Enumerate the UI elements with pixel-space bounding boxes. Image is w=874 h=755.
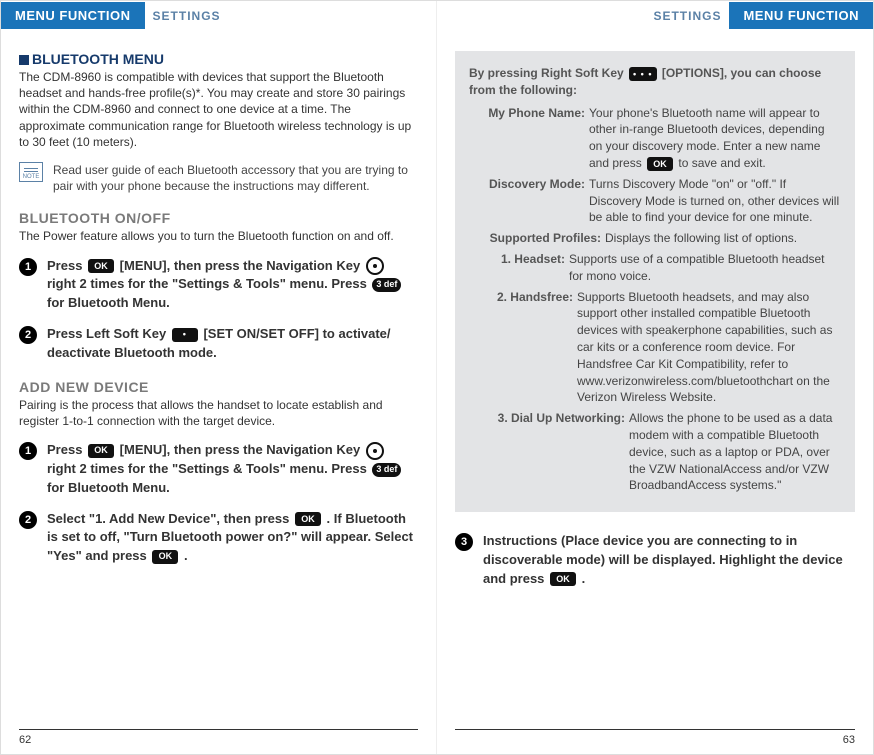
tab-menu-function: MENU FUNCTION — [729, 2, 873, 29]
row-my-phone-name: My Phone Name: Your phone's Bluetooth na… — [469, 105, 841, 172]
value: Allows the phone to be used as a data mo… — [629, 410, 841, 494]
value: Your phone's Bluetooth name will appear … — [589, 105, 841, 172]
page-number: 63 — [455, 729, 855, 746]
header-tabs-left: MENU FUNCTION SETTINGS — [1, 1, 418, 29]
square-bullet-icon — [19, 55, 29, 65]
tab-settings: SETTINGS — [645, 3, 729, 29]
label: 2. Handsfree: — [469, 289, 577, 407]
step-number-icon: 3 — [455, 533, 473, 551]
label: Discovery Mode: — [469, 176, 589, 226]
row-dial-up-networking: 3. Dial Up Networking: Allows the phone … — [469, 410, 841, 494]
add-desc: Pairing is the process that allows the h… — [19, 397, 418, 429]
section-title-bluetooth-menu: BLUETOOTH MENU — [19, 51, 418, 67]
page-62: MENU FUNCTION SETTINGS BLUETOOTH MENU Th… — [1, 1, 437, 754]
row-supported-profiles: Supported Profiles: Displays the followi… — [469, 230, 841, 247]
step-body: Instructions (Place device you are conne… — [483, 532, 855, 589]
add-step-1: 1 Press OK [MENU], then press the Naviga… — [19, 441, 418, 498]
row-headset: 1. Headset: Supports use of a compatible… — [469, 251, 841, 285]
softkey-dot-icon: • — [172, 328, 198, 342]
value: Supports use of a compatible Bluetooth h… — [569, 251, 841, 285]
onoff-step-2: 2 Press Left Soft Key • [SET ON/SET OFF]… — [19, 325, 418, 363]
label: My Phone Name: — [469, 105, 589, 172]
page-spread: MENU FUNCTION SETTINGS BLUETOOTH MENU Th… — [0, 0, 874, 755]
note-icon: NOTE — [19, 162, 43, 182]
page-number: 62 — [19, 729, 418, 746]
header-tabs-right: SETTINGS MENU FUNCTION — [455, 1, 873, 29]
step-number-icon: 1 — [19, 442, 37, 460]
step-body: Press OK [MENU], then press the Navigati… — [47, 257, 418, 314]
section-title-text: BLUETOOTH MENU — [32, 51, 164, 67]
nav-key-icon — [366, 442, 384, 460]
ok-key-icon: OK — [152, 550, 178, 564]
value: Turns Discovery Mode "on" or "off." If D… — [589, 176, 841, 226]
step-number-icon: 1 — [19, 258, 37, 276]
tab-menu-function: MENU FUNCTION — [1, 2, 145, 29]
bluetooth-intro: The CDM-8960 is compatible with devices … — [19, 69, 418, 150]
note-row: NOTE Read user guide of each Bluetooth a… — [19, 162, 418, 194]
ok-key-icon: OK — [647, 157, 673, 171]
row-discovery-mode: Discovery Mode: Turns Discovery Mode "on… — [469, 176, 841, 226]
onoff-desc: The Power feature allows you to turn the… — [19, 228, 418, 244]
step-body: Press OK [MENU], then press the Navigati… — [47, 441, 418, 498]
heading-add-new-device: ADD NEW DEVICE — [19, 379, 418, 395]
three-def-key-icon: 3 def — [372, 278, 401, 292]
value: Displays the following list of options. — [605, 230, 841, 247]
ok-key-icon: OK — [295, 512, 321, 526]
step-body: Press Left Soft Key • [SET ON/SET OFF] t… — [47, 325, 418, 363]
add-step-3: 3 Instructions (Place device you are con… — [455, 532, 855, 589]
options-panel: By pressing Right Soft Key • • • [OPTION… — [455, 51, 855, 512]
tab-settings: SETTINGS — [145, 3, 229, 29]
ok-key-icon: OK — [88, 444, 114, 458]
three-def-key-icon: 3 def — [372, 463, 401, 477]
step-number-icon: 2 — [19, 511, 37, 529]
softkey-dots-icon: • • • — [629, 67, 656, 81]
heading-bluetooth-onoff: BLUETOOTH ON/OFF — [19, 210, 418, 226]
nav-key-icon — [366, 257, 384, 275]
label: Supported Profiles: — [469, 230, 605, 247]
label: 1. Headset: — [469, 251, 569, 285]
step-number-icon: 2 — [19, 326, 37, 344]
label: 3. Dial Up Networking: — [469, 410, 629, 494]
ok-key-icon: OK — [88, 259, 114, 273]
step-body: Select "1. Add New Device", then press O… — [47, 510, 418, 567]
row-handsfree: 2. Handsfree: Supports Bluetooth headset… — [469, 289, 841, 407]
value: Supports Bluetooth headsets, and may als… — [577, 289, 841, 407]
note-text: Read user guide of each Bluetooth access… — [53, 162, 418, 194]
add-step-2: 2 Select "1. Add New Device", then press… — [19, 510, 418, 567]
page-63: SETTINGS MENU FUNCTION By pressing Right… — [437, 1, 873, 754]
ok-key-icon: OK — [550, 572, 576, 586]
onoff-step-1: 1 Press OK [MENU], then press the Naviga… — [19, 257, 418, 314]
options-intro: By pressing Right Soft Key • • • [OPTION… — [469, 65, 841, 99]
